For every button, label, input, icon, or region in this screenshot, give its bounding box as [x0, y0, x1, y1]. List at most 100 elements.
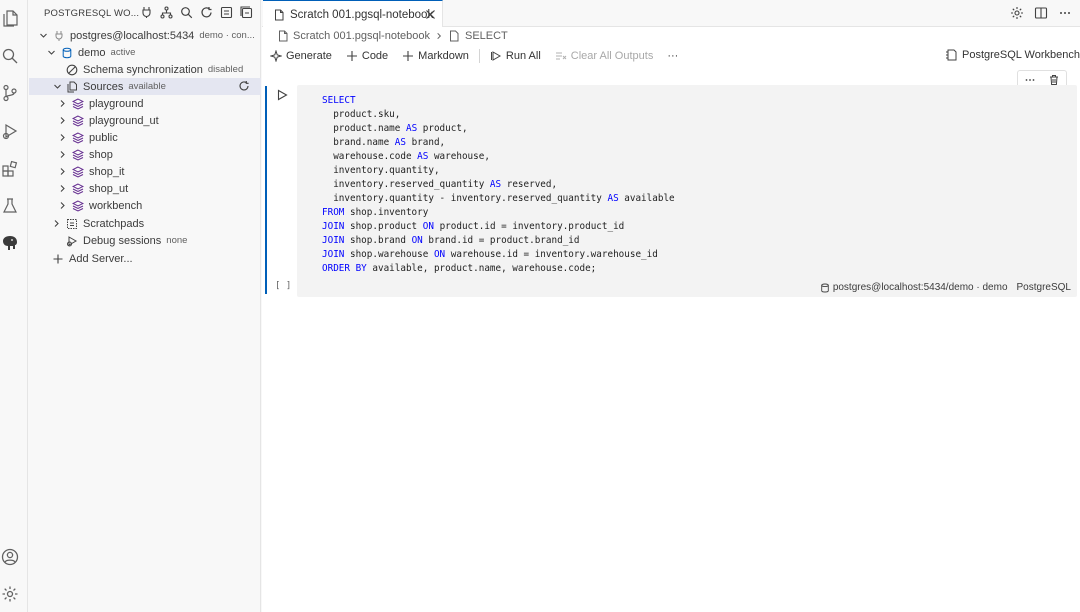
more-label: ··· — [667, 50, 679, 62]
chevron-down-icon[interactable] — [46, 48, 56, 58]
schema-layers-icon — [71, 114, 84, 127]
run-all-button[interactable]: Run All — [490, 50, 541, 62]
tab-scratch-notebook[interactable]: Scratch 001.pgsql-notebook — [263, 0, 443, 28]
generate-button[interactable]: Generate — [270, 50, 332, 62]
chevron-right-icon[interactable] — [57, 116, 67, 126]
code-label: Code — [361, 50, 389, 62]
chevron-right-icon — [435, 32, 443, 40]
plus-icon — [51, 252, 64, 265]
postgresql-elephant-icon[interactable] — [1, 234, 19, 252]
chevron-right-icon[interactable] — [57, 184, 67, 194]
editor-tabs-bar: Scratch 001.pgsql-notebook — [262, 0, 1080, 28]
chevron-right-icon[interactable] — [57, 99, 67, 109]
explorer-icon[interactable] — [1, 9, 19, 27]
kernel-label: PostgreSQL Workbench — [961, 49, 1080, 61]
notebook-toolbar: Generate Code Markdown Run All Clear All… — [262, 45, 1080, 67]
cell-connection-status[interactable]: postgres@localhost:5434/demo · demo — [820, 282, 1008, 293]
schema-label: workbench — [89, 199, 143, 212]
editor-area: Scratch 001.pgsql-notebook Scratch 001.p… — [262, 0, 1080, 612]
breadcrumb-symbol[interactable]: SELECT — [465, 30, 508, 42]
tree-item-debug-sessions[interactable]: Debug sessions none — [29, 232, 261, 249]
refresh-icon[interactable] — [238, 80, 250, 92]
settings-gear-icon[interactable] — [1010, 6, 1024, 20]
add-server-button[interactable]: Add Server... — [29, 250, 261, 267]
search-icon[interactable] — [1, 47, 19, 65]
search-icon[interactable] — [180, 6, 193, 19]
extensions-icon[interactable] — [1, 160, 19, 178]
schema-layers-icon — [71, 182, 84, 195]
generate-label: Generate — [286, 50, 332, 62]
disabled-circle-icon — [65, 63, 78, 76]
collapse-all-icon[interactable] — [240, 6, 253, 19]
clear-outputs-label: Clear All Outputs — [570, 50, 654, 62]
tree-item-schema[interactable]: playground — [29, 95, 261, 112]
schema-layers-icon — [71, 131, 84, 144]
breadcrumb: Scratch 001.pgsql-notebook SELECT — [262, 27, 1080, 45]
breadcrumb-file[interactable]: Scratch 001.pgsql-notebook — [293, 30, 430, 42]
tree-item-sources[interactable]: Sources available — [29, 78, 261, 95]
run-cell-icon[interactable] — [276, 89, 288, 101]
connection-label: postgres@localhost:5434 — [70, 29, 195, 42]
scratchpad-icon — [65, 217, 78, 230]
sql-code[interactable]: SELECT product.sku, product.name AS prod… — [322, 94, 675, 276]
connection-plug-icon — [52, 29, 65, 42]
tree-item-schema-sync[interactable]: Schema synchronization disabled — [29, 61, 261, 78]
add-code-cell-button[interactable]: Code — [346, 50, 388, 62]
tree-item-connection[interactable]: postgres@localhost:5434 demo · con... — [29, 27, 261, 44]
plus-icon — [403, 51, 414, 61]
close-icon[interactable] — [424, 8, 437, 21]
manage-gear-icon[interactable] — [1, 585, 19, 603]
sparkle-icon — [270, 50, 282, 62]
schema-layers-icon — [71, 148, 84, 161]
tree-item-schema[interactable]: playground_ut — [29, 112, 261, 129]
kernel-picker[interactable]: PostgreSQL Workbench — [945, 49, 1080, 61]
notebook-file-icon — [276, 30, 289, 43]
chevron-down-icon[interactable] — [52, 82, 62, 92]
tree-item-database-demo[interactable]: demo active — [29, 44, 261, 61]
clear-all-outputs-button[interactable]: Clear All Outputs — [555, 50, 654, 62]
clear-all-icon — [555, 52, 567, 60]
add-markdown-cell-button[interactable]: Markdown — [402, 50, 469, 62]
tree-item-schema[interactable]: public — [29, 129, 261, 146]
tree-item-schema[interactable]: shop — [29, 146, 261, 163]
schema-tree-icon[interactable] — [160, 6, 173, 19]
more-actions-icon[interactable] — [1058, 6, 1072, 20]
cell-connection-label: postgres@localhost:5434/demo · demo — [832, 282, 1008, 293]
schema-sync-label: Schema synchronization — [83, 63, 203, 76]
debug-sessions-desc: none — [166, 235, 188, 246]
chevron-right-icon[interactable] — [57, 150, 67, 160]
activity-bar — [0, 0, 28, 612]
chevron-right-icon[interactable] — [51, 219, 61, 229]
cell-focus-indicator — [265, 86, 267, 294]
run-debug-icon[interactable] — [1, 122, 19, 140]
tab-label: Scratch 001.pgsql-notebook — [290, 8, 434, 21]
chevron-right-icon[interactable] — [57, 201, 67, 211]
chevron-right-icon[interactable] — [57, 133, 67, 143]
more-actions-button[interactable]: ··· — [667, 50, 678, 62]
source-control-icon[interactable] — [1, 84, 19, 102]
account-icon[interactable] — [1, 548, 19, 566]
refresh-icon[interactable] — [200, 6, 213, 19]
schema-label: shop_it — [89, 165, 125, 178]
notebook-file-icon — [272, 8, 285, 21]
chevron-down-icon[interactable] — [38, 31, 48, 41]
new-scratchpad-icon[interactable] — [220, 6, 233, 19]
schema-layers-icon — [71, 97, 84, 110]
tree-item-schema[interactable]: shop_ut — [29, 180, 261, 197]
sources-desc: available — [128, 81, 166, 92]
split-editor-icon[interactable] — [1034, 6, 1048, 20]
toolbar-divider — [478, 49, 480, 63]
cell-language[interactable]: PostgreSQL — [1017, 282, 1071, 293]
debug-sessions-label: Debug sessions — [83, 234, 162, 247]
tree-item-schema[interactable]: workbench — [29, 197, 261, 214]
chevron-right-icon[interactable] — [57, 167, 67, 177]
testing-icon[interactable] — [1, 197, 19, 215]
kernel-icon — [945, 49, 957, 61]
tree-item-schema[interactable]: shop_it — [29, 163, 261, 180]
tree-item-scratchpads[interactable]: Scratchpads — [29, 215, 261, 232]
code-cell-editor[interactable]: SELECT product.sku, product.name AS prod… — [297, 85, 1077, 297]
schema-layers-icon — [71, 199, 84, 212]
sidebar-title: POSTGRESQL WO... — [44, 8, 140, 19]
files-icon — [65, 80, 78, 93]
plug-icon[interactable] — [140, 6, 153, 19]
